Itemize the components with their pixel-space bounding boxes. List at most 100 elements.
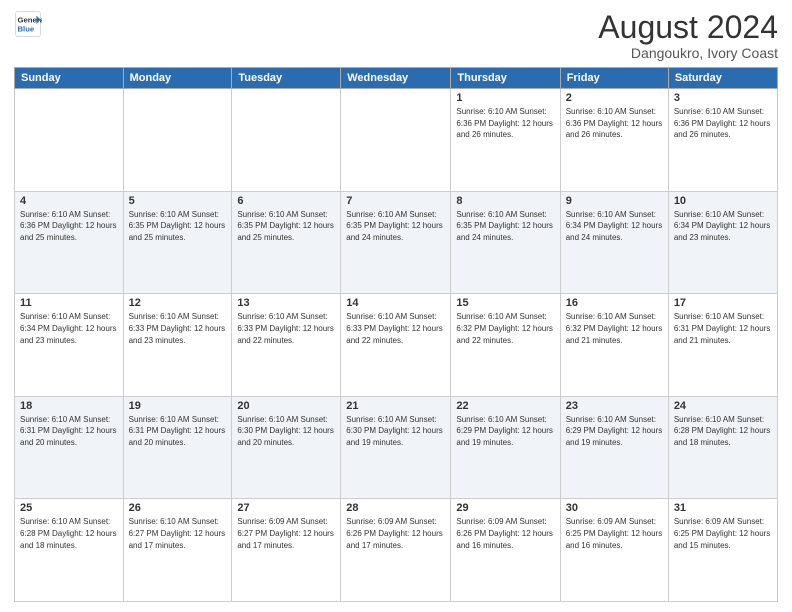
day-number: 30 (566, 502, 663, 514)
table-cell: 21 Sunrise: 6:10 AM Sunset: 6:30 PM Dayli… (341, 396, 451, 499)
day-number: 19 (129, 400, 227, 412)
table-cell: 29 Sunrise: 6:09 AM Sunset: 6:26 PM Dayli… (451, 499, 560, 602)
day-info: Sunrise: 6:10 AM Sunset: 6:36 PM Dayligh… (20, 209, 118, 244)
week-row-5: 25 Sunrise: 6:10 AM Sunset: 6:28 PM Dayli… (15, 499, 778, 602)
table-cell: 24 Sunrise: 6:10 AM Sunset: 6:28 PM Dayli… (668, 396, 777, 499)
day-info: Sunrise: 6:10 AM Sunset: 6:27 PM Dayligh… (129, 516, 227, 551)
table-cell (15, 89, 124, 192)
day-info: Sunrise: 6:10 AM Sunset: 6:33 PM Dayligh… (346, 311, 445, 346)
day-number: 15 (456, 297, 554, 309)
table-cell: 16 Sunrise: 6:10 AM Sunset: 6:32 PM Dayli… (560, 294, 668, 397)
day-info: Sunrise: 6:09 AM Sunset: 6:25 PM Dayligh… (566, 516, 663, 551)
col-saturday: Saturday (668, 68, 777, 89)
day-number: 2 (566, 92, 663, 104)
day-info: Sunrise: 6:10 AM Sunset: 6:31 PM Dayligh… (674, 311, 772, 346)
day-info: Sunrise: 6:10 AM Sunset: 6:32 PM Dayligh… (566, 311, 663, 346)
day-number: 27 (237, 502, 335, 514)
table-cell: 18 Sunrise: 6:10 AM Sunset: 6:31 PM Dayli… (15, 396, 124, 499)
table-cell: 8 Sunrise: 6:10 AM Sunset: 6:35 PM Daylig… (451, 191, 560, 294)
day-number: 14 (346, 297, 445, 309)
day-number: 6 (237, 195, 335, 207)
table-cell: 17 Sunrise: 6:10 AM Sunset: 6:31 PM Dayli… (668, 294, 777, 397)
day-number: 9 (566, 195, 663, 207)
day-number: 22 (456, 400, 554, 412)
day-info: Sunrise: 6:10 AM Sunset: 6:35 PM Dayligh… (237, 209, 335, 244)
day-number: 24 (674, 400, 772, 412)
day-info: Sunrise: 6:10 AM Sunset: 6:35 PM Dayligh… (456, 209, 554, 244)
day-number: 29 (456, 502, 554, 514)
table-cell: 15 Sunrise: 6:10 AM Sunset: 6:32 PM Dayli… (451, 294, 560, 397)
day-info: Sunrise: 6:10 AM Sunset: 6:29 PM Dayligh… (456, 414, 554, 449)
table-cell: 3Sunrise: 6:10 AM Sunset: 6:36 PM Daylig… (668, 89, 777, 192)
table-cell (341, 89, 451, 192)
day-number: 8 (456, 195, 554, 207)
day-number: 12 (129, 297, 227, 309)
day-number: 1 (456, 92, 554, 104)
calendar-table: Sunday Monday Tuesday Wednesday Thursday… (14, 67, 778, 602)
day-info: Sunrise: 6:10 AM Sunset: 6:31 PM Dayligh… (129, 414, 227, 449)
col-friday: Friday (560, 68, 668, 89)
subtitle: Dangoukro, Ivory Coast (598, 45, 778, 61)
day-number: 17 (674, 297, 772, 309)
day-info: Sunrise: 6:10 AM Sunset: 6:28 PM Dayligh… (20, 516, 118, 551)
day-number: 11 (20, 297, 118, 309)
calendar-header-row: Sunday Monday Tuesday Wednesday Thursday… (15, 68, 778, 89)
day-number: 10 (674, 195, 772, 207)
table-cell: 19 Sunrise: 6:10 AM Sunset: 6:31 PM Dayli… (123, 396, 232, 499)
table-cell (123, 89, 232, 192)
day-number: 13 (237, 297, 335, 309)
day-number: 4 (20, 195, 118, 207)
day-info: Sunrise: 6:10 AM Sunset: 6:35 PM Dayligh… (129, 209, 227, 244)
day-info: Sunrise: 6:10 AM Sunset: 6:30 PM Dayligh… (237, 414, 335, 449)
week-row-2: 4 Sunrise: 6:10 AM Sunset: 6:36 PM Daylig… (15, 191, 778, 294)
main-title: August 2024 (598, 10, 778, 45)
page: General Blue August 2024 Dangoukro, Ivor… (0, 0, 792, 612)
day-number: 16 (566, 297, 663, 309)
table-cell: 31Sunrise: 6:09 AM Sunset: 6:25 PM Dayli… (668, 499, 777, 602)
day-number: 20 (237, 400, 335, 412)
title-block: August 2024 Dangoukro, Ivory Coast (598, 10, 778, 61)
day-number: 18 (20, 400, 118, 412)
table-cell: 12 Sunrise: 6:10 AM Sunset: 6:33 PM Dayli… (123, 294, 232, 397)
day-number: 21 (346, 400, 445, 412)
col-monday: Monday (123, 68, 232, 89)
table-cell: 20 Sunrise: 6:10 AM Sunset: 6:30 PM Dayli… (232, 396, 341, 499)
day-number: 7 (346, 195, 445, 207)
day-info: Sunrise: 6:09 AM Sunset: 6:26 PM Dayligh… (456, 516, 554, 551)
table-cell: 30 Sunrise: 6:09 AM Sunset: 6:25 PM Dayli… (560, 499, 668, 602)
day-info: Sunrise: 6:10 AM Sunset: 6:31 PM Dayligh… (20, 414, 118, 449)
day-info: Sunrise: 6:10 AM Sunset: 6:32 PM Dayligh… (456, 311, 554, 346)
table-cell: 22 Sunrise: 6:10 AM Sunset: 6:29 PM Dayli… (451, 396, 560, 499)
table-cell: 27 Sunrise: 6:09 AM Sunset: 6:27 PM Dayli… (232, 499, 341, 602)
table-cell: 26 Sunrise: 6:10 AM Sunset: 6:27 PM Dayli… (123, 499, 232, 602)
table-cell: 23Sunrise: 6:10 AM Sunset: 6:29 PM Dayli… (560, 396, 668, 499)
col-tuesday: Tuesday (232, 68, 341, 89)
day-info: Sunrise: 6:10 AM Sunset: 6:34 PM Dayligh… (20, 311, 118, 346)
day-info: Sunrise: 6:10 AM Sunset: 6:30 PM Dayligh… (346, 414, 445, 449)
week-row-3: 11 Sunrise: 6:10 AM Sunset: 6:34 PM Dayli… (15, 294, 778, 397)
day-info: Sunrise: 6:10 AM Sunset: 6:33 PM Dayligh… (129, 311, 227, 346)
table-cell: 25 Sunrise: 6:10 AM Sunset: 6:28 PM Dayli… (15, 499, 124, 602)
day-info: Sunrise: 6:09 AM Sunset: 6:27 PM Dayligh… (237, 516, 335, 551)
day-info: Sunrise: 6:10 AM Sunset: 6:28 PM Dayligh… (674, 414, 772, 449)
day-number: 28 (346, 502, 445, 514)
table-cell: 10 Sunrise: 6:10 AM Sunset: 6:34 PM Dayli… (668, 191, 777, 294)
day-number: 3 (674, 92, 772, 104)
table-cell: 9Sunrise: 6:10 AM Sunset: 6:34 PM Daylig… (560, 191, 668, 294)
day-info: Sunrise: 6:09 AM Sunset: 6:26 PM Dayligh… (346, 516, 445, 551)
week-row-4: 18 Sunrise: 6:10 AM Sunset: 6:31 PM Dayli… (15, 396, 778, 499)
logo: General Blue (14, 10, 42, 38)
day-number: 23 (566, 400, 663, 412)
table-cell: 14 Sunrise: 6:10 AM Sunset: 6:33 PM Dayli… (341, 294, 451, 397)
day-number: 31 (674, 502, 772, 514)
table-cell: 7 Sunrise: 6:10 AM Sunset: 6:35 PM Daylig… (341, 191, 451, 294)
table-cell (232, 89, 341, 192)
day-info: Sunrise: 6:10 AM Sunset: 6:36 PM Dayligh… (456, 106, 554, 141)
day-number: 25 (20, 502, 118, 514)
day-info: Sunrise: 6:10 AM Sunset: 6:33 PM Dayligh… (237, 311, 335, 346)
day-info: Sunrise: 6:10 AM Sunset: 6:35 PM Dayligh… (346, 209, 445, 244)
day-number: 26 (129, 502, 227, 514)
table-cell: 13 Sunrise: 6:10 AM Sunset: 6:33 PM Dayli… (232, 294, 341, 397)
table-cell: 6 Sunrise: 6:10 AM Sunset: 6:35 PM Daylig… (232, 191, 341, 294)
day-info: Sunrise: 6:10 AM Sunset: 6:34 PM Dayligh… (674, 209, 772, 244)
